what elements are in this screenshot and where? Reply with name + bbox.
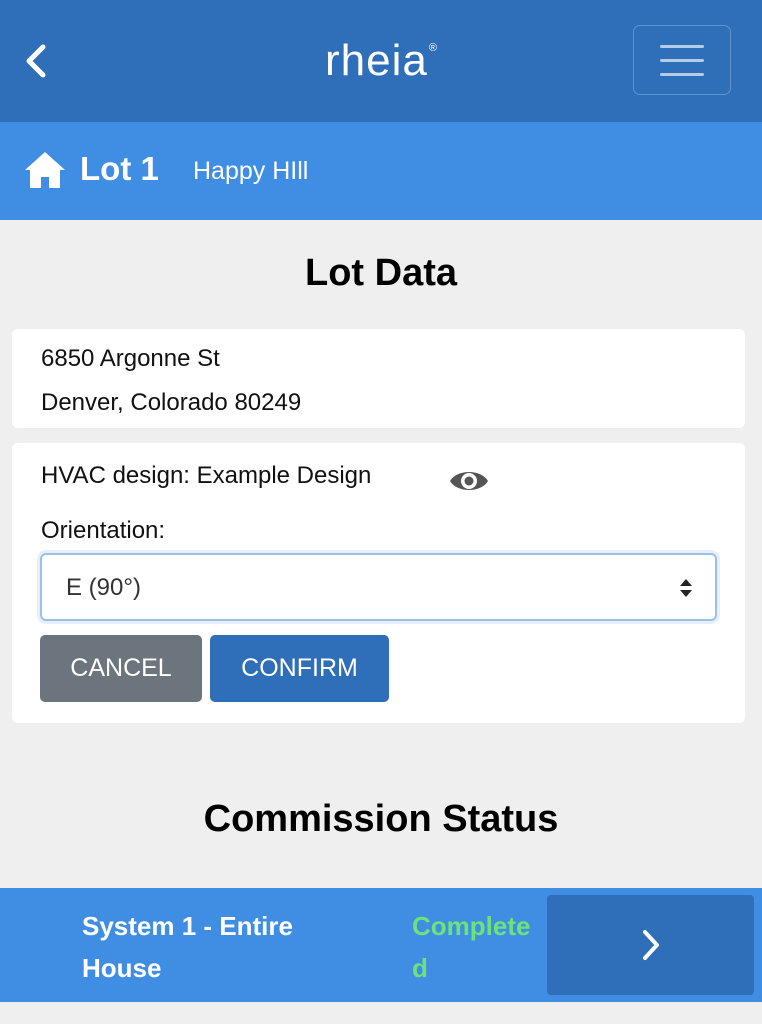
community-name: Happy HIll (193, 157, 309, 185)
open-system-button[interactable] (547, 895, 754, 995)
logo-text: rheia (325, 36, 428, 85)
eye-icon[interactable] (448, 466, 490, 496)
home-icon[interactable] (24, 150, 66, 190)
hamburger-menu-icon (660, 44, 704, 48)
hvac-design-label: HVAC design: Example Design (41, 462, 372, 489)
orientation-label: Orientation: (41, 517, 166, 544)
lot-title: Lot 1 (80, 150, 159, 187)
system-name: System 1 - Entire House (82, 911, 293, 983)
address-line-1: 6850 Argonne St (41, 345, 220, 372)
commission-status-heading: Commission Status (203, 798, 559, 840)
address-line-2: Denver, Colorado 80249 (41, 389, 302, 416)
system-status-badge: Completed (412, 911, 531, 983)
confirm-button[interactable]: CONFIRM (210, 635, 389, 702)
hamburger-menu-icon (660, 72, 704, 76)
select-arrows-icon (680, 579, 692, 597)
menu-button[interactable] (633, 25, 731, 95)
lot-data-heading: Lot Data (305, 252, 457, 294)
orientation-selected-value: E (90°) (66, 574, 141, 601)
cancel-button[interactable]: CANCEL (40, 635, 202, 702)
orientation-select[interactable]: E (90°) (40, 553, 717, 621)
chevron-right-icon (642, 930, 659, 960)
logo-registered-mark: ® (428, 42, 438, 54)
hamburger-menu-icon (660, 58, 704, 62)
